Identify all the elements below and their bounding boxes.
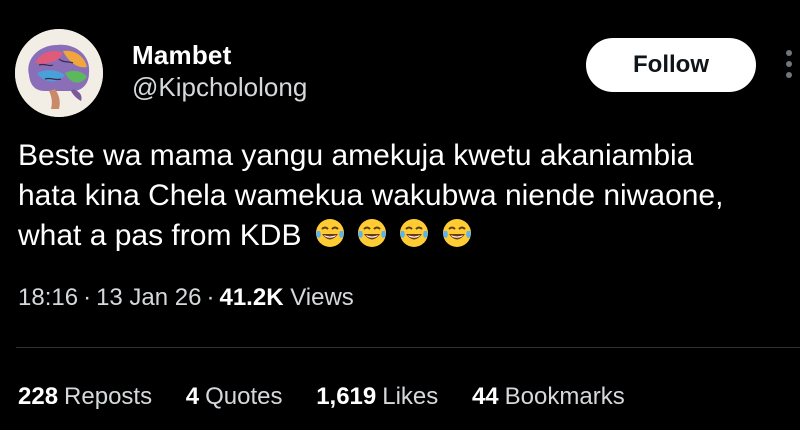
bookmarks-label: Bookmarks: [504, 383, 625, 410]
tweet-line-last: what a pas from KDB: [18, 216, 788, 260]
more-dot: [786, 61, 792, 67]
bookmarks-count: 44: [471, 383, 499, 410]
quotes-label: Quotes: [205, 383, 283, 410]
likes-label: Likes: [382, 383, 439, 410]
more-dot: [786, 72, 792, 78]
tweet-line: Beste wa mama yangu amekuja kwetu akania…: [18, 139, 694, 172]
post-time[interactable]: 18:16: [18, 284, 78, 311]
views-count[interactable]: 41.2K: [219, 284, 283, 311]
engagement-stats: 228 Reposts 4 Quotes 1,619 Likes 44 Bookmark…: [18, 383, 652, 411]
meta-separator: ·: [206, 284, 215, 311]
user-handle[interactable]: @Kipchololong: [132, 72, 307, 103]
more-options-icon[interactable]: [784, 50, 794, 84]
tears-of-joy-emoji-icon: [400, 219, 429, 247]
meta-separator: ·: [83, 284, 92, 311]
tweet-text: Beste wa mama yangu amekuja kwetu akania…: [18, 136, 788, 260]
likes-stat[interactable]: 1,619 Likes: [316, 383, 438, 411]
reposts-label: Reposts: [64, 383, 153, 410]
follow-button[interactable]: Follow: [586, 38, 756, 92]
emoji-row: [314, 217, 475, 260]
avatar[interactable]: [15, 29, 103, 117]
quotes-stat[interactable]: 4 Quotes: [186, 383, 283, 411]
tweet-line: what a pas from KDB: [18, 219, 302, 252]
post-date[interactable]: 13 Jan 26: [96, 284, 201, 311]
views-label[interactable]: Views: [290, 284, 354, 311]
quotes-count: 4: [185, 383, 200, 410]
tears-of-joy-emoji-icon: [442, 219, 471, 247]
likes-count: 1,619: [316, 383, 377, 410]
brain-illustration-icon: [15, 29, 103, 117]
reposts-count: 228: [18, 383, 59, 410]
more-dot: [786, 50, 792, 56]
divider: [16, 347, 800, 348]
display-name[interactable]: Mambet: [132, 40, 231, 71]
tweet-line: hata kina Chela wamekua wakubwa niende n…: [18, 179, 724, 212]
reposts-stat[interactable]: 228 Reposts: [18, 383, 152, 411]
tweet-card: Mambet @Kipchololong Follow Beste wa mam…: [0, 0, 800, 430]
tweet-meta: 18:16 · 13 Jan 26 · 41.2K Views: [18, 284, 354, 312]
tears-of-joy-emoji-icon: [315, 219, 344, 247]
tears-of-joy-emoji-icon: [358, 219, 387, 247]
bookmarks-stat[interactable]: 44 Bookmarks: [472, 383, 625, 411]
